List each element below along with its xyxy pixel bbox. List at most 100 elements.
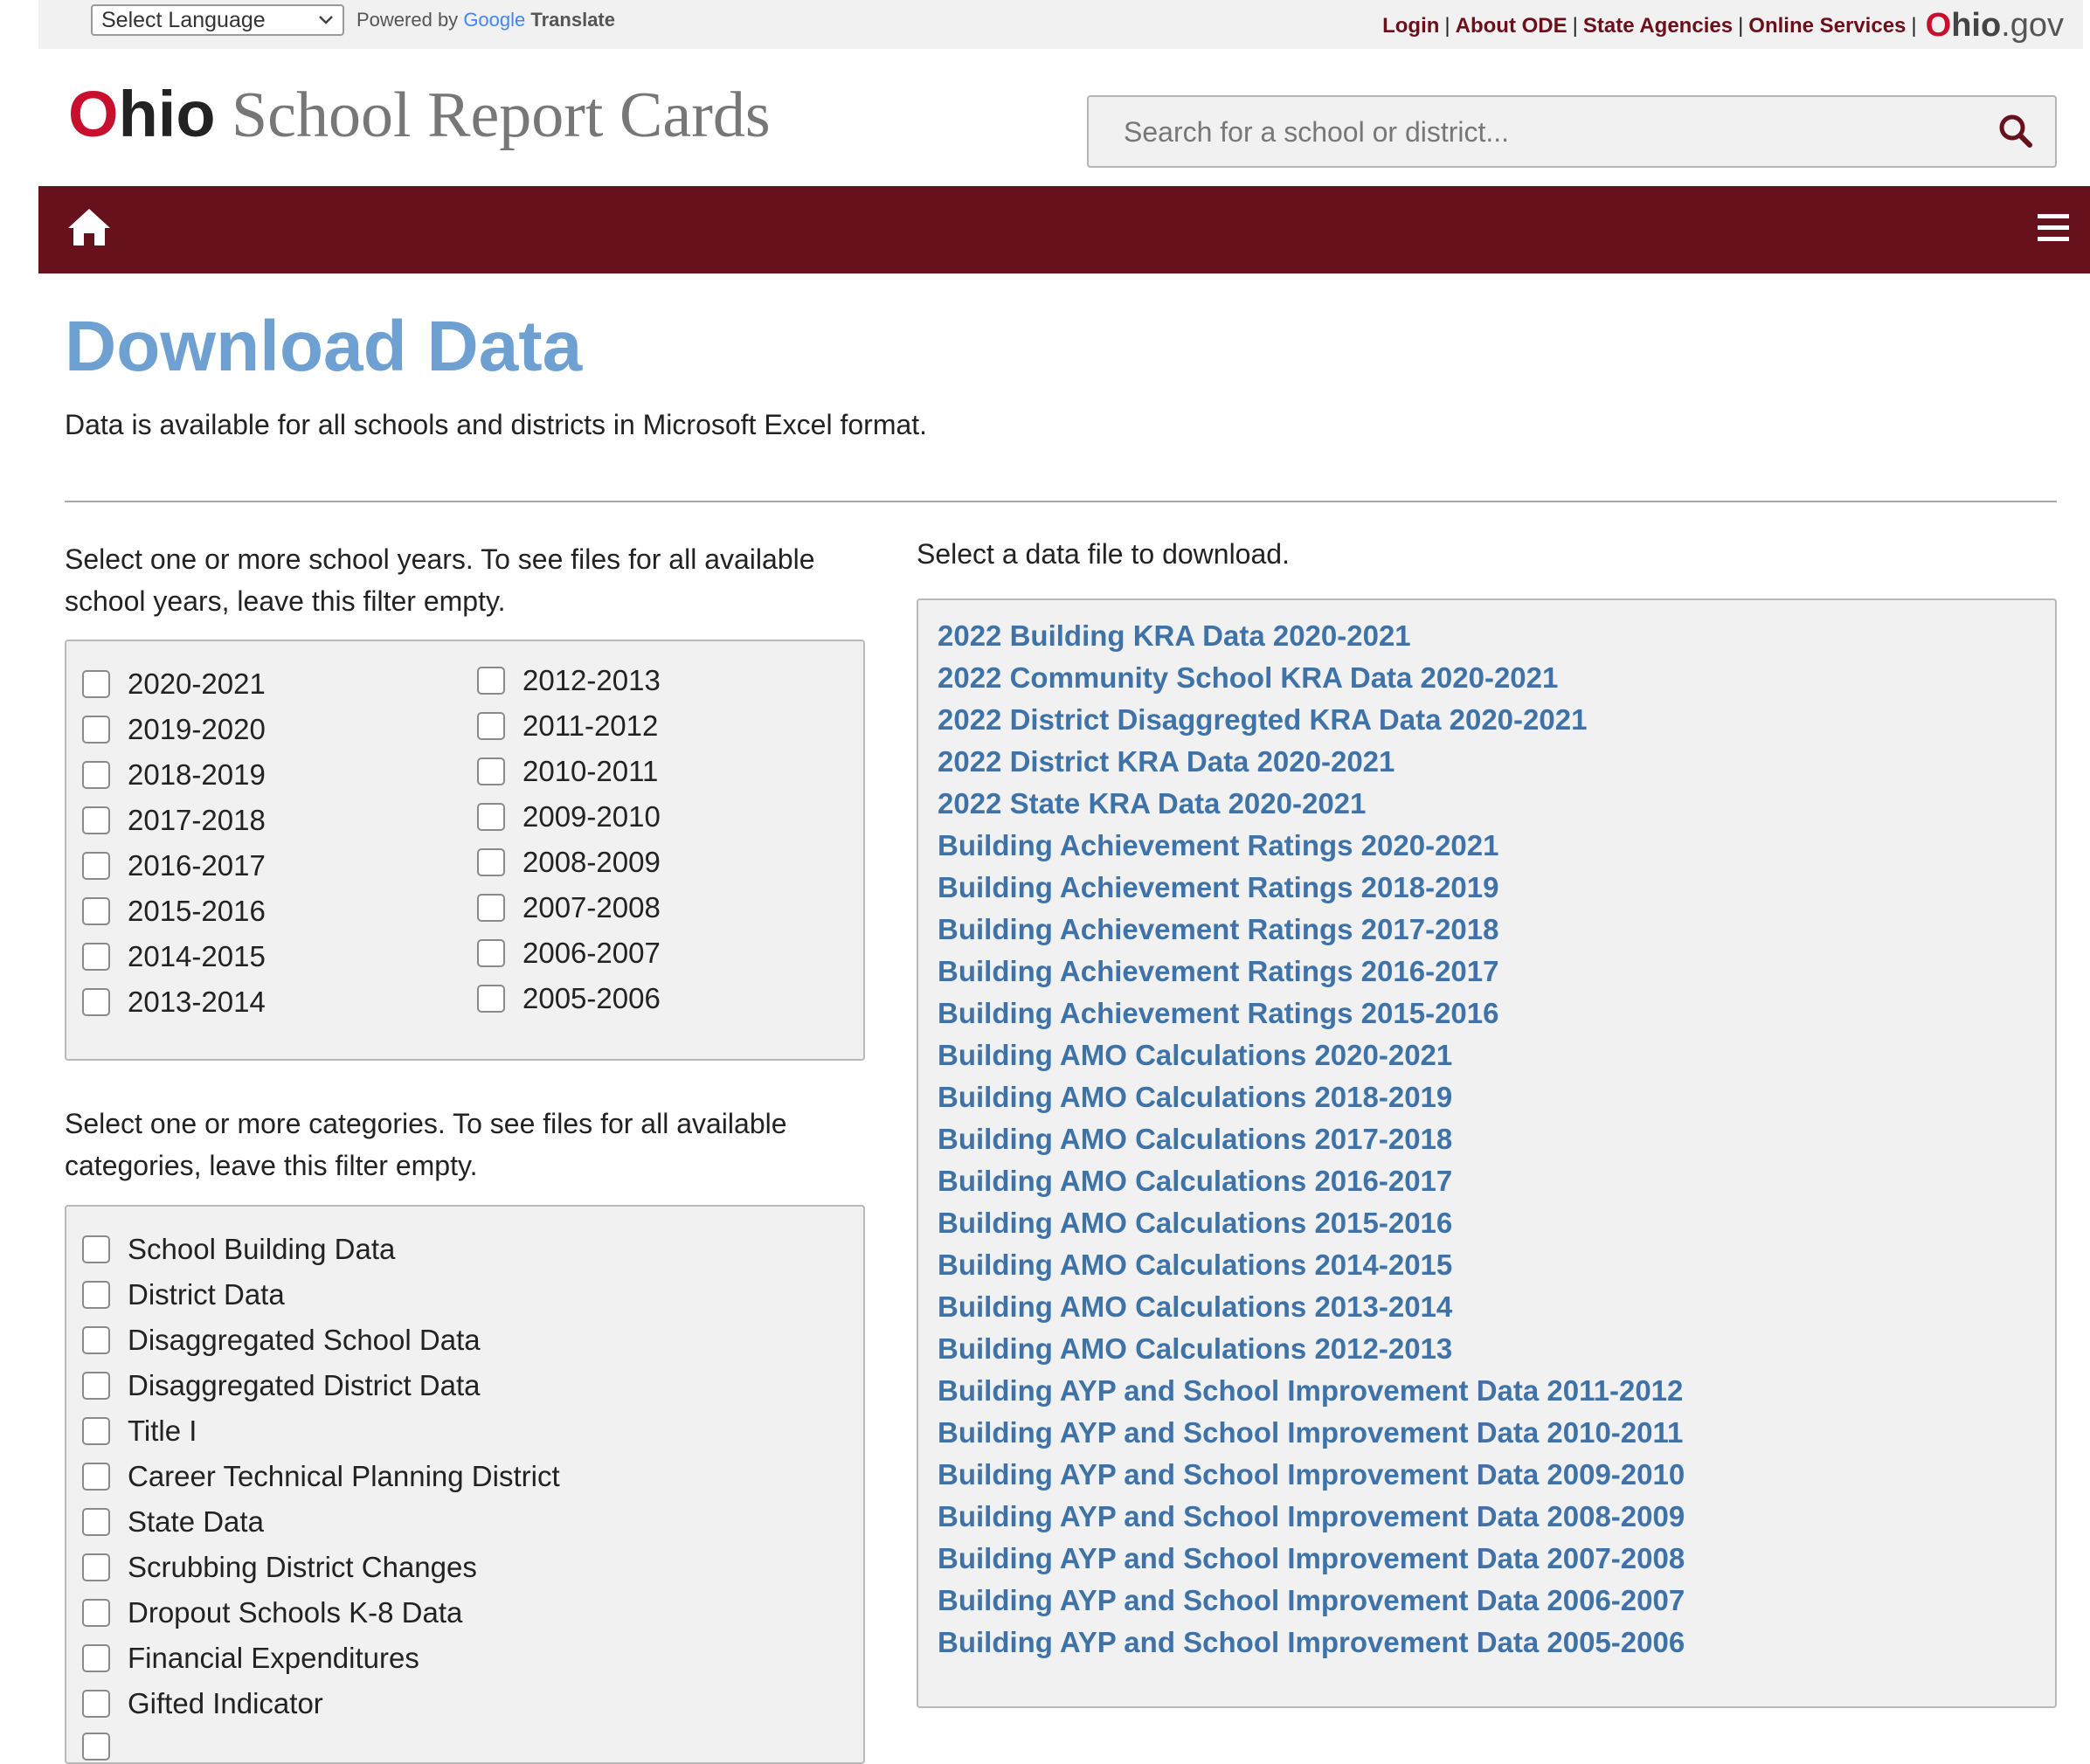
category-checkbox[interactable]: Disaggregated District Data (82, 1369, 481, 1402)
file-link[interactable]: Building AMO Calculations 2013-2014 (938, 1290, 1452, 1324)
year-checkbox[interactable]: 2009-2010 (477, 800, 661, 834)
search-icon[interactable] (1996, 111, 2036, 151)
year-checkbox[interactable]: 2012-2013 (477, 664, 661, 697)
category-checkbox[interactable]: District Data (82, 1278, 285, 1311)
file-link[interactable]: Building Achievement Ratings 2020-2021 (938, 829, 1499, 862)
year-checkbox[interactable]: 2006-2007 (477, 937, 661, 970)
files-label: Select a data file to download. (917, 538, 1290, 570)
checkbox[interactable] (82, 897, 110, 925)
checkbox[interactable] (82, 1553, 110, 1581)
file-link[interactable]: Building AYP and School Improvement Data… (938, 1584, 1685, 1617)
checkbox[interactable] (82, 1690, 110, 1718)
checkbox[interactable] (477, 985, 505, 1013)
search-input[interactable] (1089, 97, 1982, 168)
checkbox[interactable] (82, 670, 110, 698)
year-checkbox[interactable]: 2018-2019 (82, 758, 266, 792)
category-checkbox[interactable]: School Building Data (82, 1233, 395, 1266)
file-link[interactable]: Building AYP and School Improvement Data… (938, 1626, 1685, 1659)
year-checkbox[interactable]: 2016-2017 (82, 849, 266, 882)
file-link[interactable]: Building Achievement Ratings 2015-2016 (938, 997, 1499, 1030)
file-link[interactable]: Building AYP and School Improvement Data… (938, 1542, 1685, 1575)
checkbox[interactable] (82, 1599, 110, 1627)
checkbox[interactable] (82, 1372, 110, 1400)
file-link[interactable]: Building AMO Calculations 2015-2016 (938, 1207, 1452, 1240)
checkbox[interactable] (82, 806, 110, 834)
file-link[interactable]: Building AYP and School Improvement Data… (938, 1374, 1683, 1408)
file-link[interactable]: Building AMO Calculations 2017-2018 (938, 1123, 1452, 1156)
category-checkbox[interactable]: Title I (82, 1415, 197, 1448)
translate-text: Translate (530, 9, 615, 31)
file-link[interactable]: Building Achievement Ratings 2018-2019 (938, 871, 1499, 904)
checkbox[interactable] (82, 761, 110, 789)
checkbox[interactable] (82, 943, 110, 971)
file-link[interactable]: Building AMO Calculations 2020-2021 (938, 1039, 1452, 1072)
checkbox-label: State Data (128, 1505, 264, 1538)
file-link[interactable]: 2022 Community School KRA Data 2020-2021 (938, 661, 1558, 695)
checkbox[interactable] (82, 1235, 110, 1263)
file-link[interactable]: Building AYP and School Improvement Data… (938, 1458, 1685, 1491)
file-link[interactable]: Building AYP and School Improvement Data… (938, 1500, 1685, 1533)
category-checkbox[interactable]: Disaggregated School Data (82, 1324, 481, 1357)
checkbox[interactable] (477, 712, 505, 740)
file-link[interactable]: 2022 District Disaggregted KRA Data 2020… (938, 703, 1587, 737)
category-checkbox[interactable]: Career Technical Planning District (82, 1460, 560, 1493)
login-link[interactable]: Login (1382, 14, 1439, 38)
checkbox[interactable] (82, 852, 110, 880)
home-icon[interactable] (66, 205, 112, 249)
checkbox[interactable] (82, 1463, 110, 1491)
file-link[interactable]: Building AMO Calculations 2018-2019 (938, 1081, 1452, 1114)
year-checkbox[interactable]: 2015-2016 (82, 895, 266, 928)
checkbox[interactable] (477, 667, 505, 695)
file-link[interactable]: Building AMO Calculations 2014-2015 (938, 1249, 1452, 1282)
language-select[interactable]: Select Language (91, 4, 344, 36)
checkbox[interactable] (82, 1733, 110, 1761)
year-checkbox[interactable]: 2013-2014 (82, 986, 266, 1019)
category-checkbox[interactable]: Gifted Indicator (82, 1687, 323, 1720)
category-checkbox[interactable] (82, 1733, 128, 1761)
checkbox[interactable] (82, 1508, 110, 1536)
category-checkbox[interactable]: State Data (82, 1505, 264, 1539)
site-logo[interactable]: Ohio School Report Cards (68, 77, 771, 153)
file-link[interactable]: Building AMO Calculations 2016-2017 (938, 1165, 1452, 1198)
file-link[interactable]: Building Achievement Ratings 2016-2017 (938, 955, 1499, 988)
menu-icon[interactable] (2034, 211, 2073, 246)
state-agencies-link[interactable]: State Agencies (1583, 14, 1733, 38)
checkbox-label: 2018-2019 (128, 758, 266, 791)
year-checkbox[interactable]: 2019-2020 (82, 713, 266, 746)
checkbox[interactable] (82, 1644, 110, 1672)
file-link[interactable]: 2022 Building KRA Data 2020-2021 (938, 619, 1411, 653)
checkbox[interactable] (477, 757, 505, 785)
checkbox[interactable] (82, 1326, 110, 1354)
year-checkbox[interactable]: 2014-2015 (82, 940, 266, 973)
checkbox-label: 2020-2021 (128, 668, 266, 700)
file-link[interactable]: Building AMO Calculations 2012-2013 (938, 1332, 1452, 1366)
year-checkbox[interactable]: 2011-2012 (477, 709, 658, 743)
ohio-gov-logo[interactable]: Ohio.gov (1926, 7, 2064, 45)
checkbox[interactable] (82, 1281, 110, 1309)
category-checkbox[interactable]: Dropout Schools K-8 Data (82, 1596, 462, 1629)
year-checkbox[interactable]: 2017-2018 (82, 804, 266, 837)
file-link[interactable]: 2022 District KRA Data 2020-2021 (938, 745, 1394, 778)
checkbox[interactable] (82, 716, 110, 744)
year-checkbox[interactable]: 2020-2021 (82, 668, 266, 701)
online-services-link[interactable]: Online Services (1748, 14, 1906, 38)
year-checkbox[interactable]: 2007-2008 (477, 891, 661, 924)
file-link[interactable]: 2022 State KRA Data 2020-2021 (938, 787, 1366, 820)
file-link[interactable]: Building AYP and School Improvement Data… (938, 1416, 1683, 1449)
checkbox[interactable] (477, 848, 505, 876)
divider (65, 501, 2057, 502)
checkbox[interactable] (82, 1417, 110, 1445)
file-link[interactable]: Building Achievement Ratings 2017-2018 (938, 913, 1499, 946)
checkbox[interactable] (477, 803, 505, 831)
about-ode-link[interactable]: About ODE (1456, 14, 1568, 38)
checkbox-label: 2017-2018 (128, 804, 266, 836)
category-checkbox[interactable]: Financial Expenditures (82, 1642, 419, 1675)
year-checkbox[interactable]: 2005-2006 (477, 982, 661, 1015)
year-checkbox[interactable]: 2010-2011 (477, 755, 658, 788)
year-checkbox[interactable]: 2008-2009 (477, 846, 661, 879)
category-checkbox[interactable]: Scrubbing District Changes (82, 1551, 477, 1584)
checkbox[interactable] (82, 988, 110, 1016)
checkbox[interactable] (477, 939, 505, 967)
checkbox[interactable] (477, 894, 505, 922)
search-box (1087, 95, 2057, 168)
